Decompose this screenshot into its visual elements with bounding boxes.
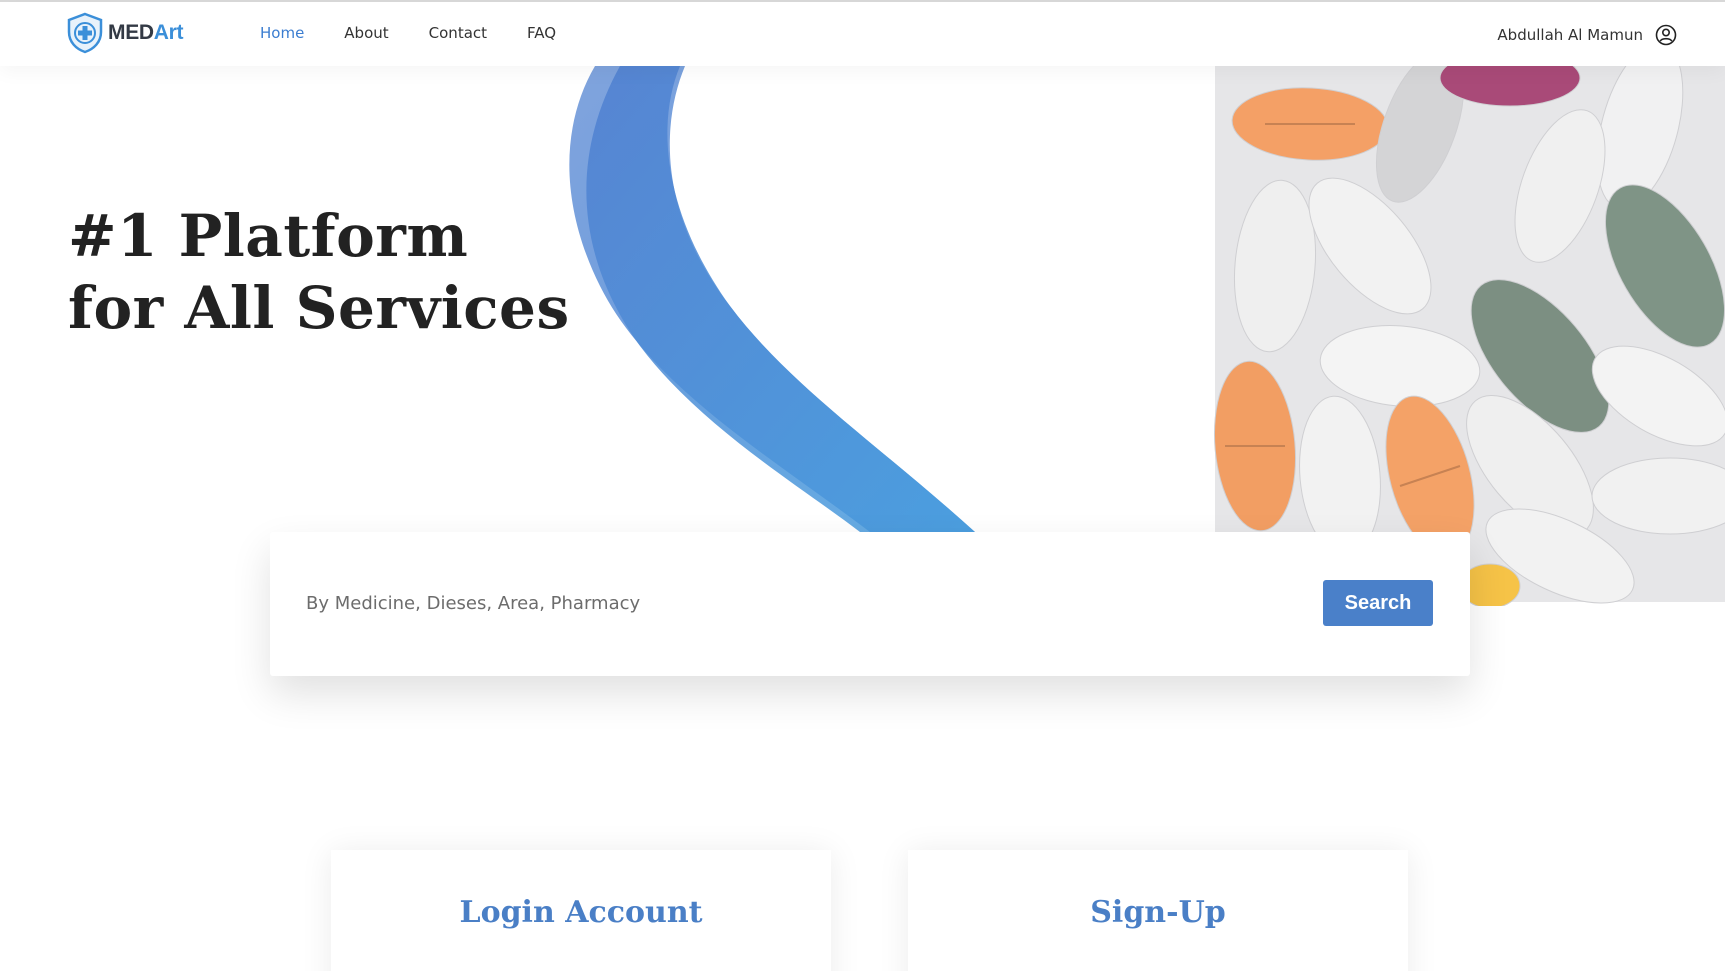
hero-title-line2: for All Services [68, 274, 570, 342]
hero-title: #1 Platform for All Services [68, 200, 570, 344]
nav-contact[interactable]: Contact [429, 24, 487, 42]
signup-card[interactable]: Sign-Up [908, 850, 1408, 971]
logo-text: MEDArt [108, 21, 184, 44]
user-circle-icon [1655, 24, 1677, 46]
search-input[interactable] [306, 580, 1266, 626]
main-nav: Home About Contact FAQ [260, 24, 596, 42]
nav-faq[interactable]: FAQ [527, 24, 556, 42]
search-button[interactable]: Search [1323, 580, 1433, 626]
search-card: Search [270, 532, 1470, 676]
login-account-title: Login Account [459, 895, 703, 930]
logo[interactable]: MEDArt [66, 12, 184, 54]
blue-ribbon [569, 66, 975, 532]
login-account-card[interactable]: Login Account [331, 850, 831, 971]
nav-home[interactable]: Home [260, 24, 304, 42]
user-menu[interactable]: Abdullah Al Mamun [1497, 24, 1677, 46]
hero-title-line1: #1 Platform [68, 202, 469, 270]
pills-photo [1213, 66, 1725, 606]
navbar: MEDArt Home About Contact FAQ Abdullah A… [0, 2, 1725, 66]
shield-cross-icon [67, 12, 103, 54]
user-name: Abdullah Al Mamun [1497, 26, 1643, 44]
nav-about[interactable]: About [344, 24, 388, 42]
signup-title: Sign-Up [1090, 895, 1226, 930]
